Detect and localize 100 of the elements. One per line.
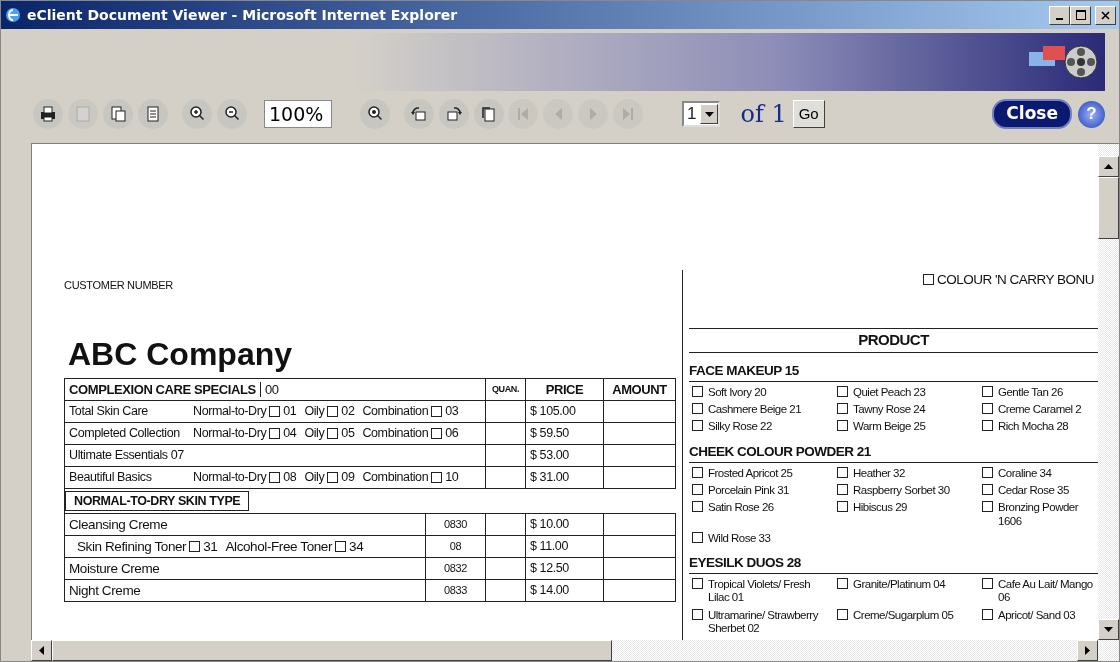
code-cell: 08 bbox=[425, 535, 486, 558]
checkbox[interactable] bbox=[327, 471, 339, 483]
checkbox[interactable] bbox=[692, 386, 703, 397]
option-label: Normal-to-Dry bbox=[193, 404, 267, 418]
table-cell bbox=[485, 579, 526, 602]
scroll-down-button[interactable] bbox=[1098, 619, 1119, 640]
maximize-button[interactable] bbox=[1070, 5, 1091, 25]
checkbox[interactable] bbox=[982, 501, 993, 513]
checkbox[interactable] bbox=[692, 501, 703, 513]
checkbox[interactable] bbox=[692, 466, 703, 478]
down-arrow-icon bbox=[1104, 627, 1113, 632]
checkbox[interactable] bbox=[982, 466, 993, 478]
checkbox[interactable] bbox=[837, 501, 848, 513]
checkbox[interactable] bbox=[692, 403, 703, 415]
caret-icon bbox=[704, 111, 714, 117]
option-label: Alcohol-Free Toner bbox=[225, 539, 333, 554]
option-label: Creme Caramel 2 bbox=[998, 403, 1083, 417]
customer-number-label: CUSTOMER NUMBER bbox=[64, 278, 174, 293]
minimize-icon bbox=[1056, 17, 1063, 20]
close-window-button[interactable] bbox=[1095, 5, 1116, 25]
option-label: Tropical Violets/ Fresh Lilac 01 bbox=[708, 578, 812, 605]
checkbox[interactable] bbox=[837, 403, 848, 415]
option-code: 06 bbox=[445, 426, 459, 440]
rotate-right-button[interactable] bbox=[439, 99, 469, 129]
page-rotate-button[interactable] bbox=[474, 99, 504, 129]
scroll-thumb[interactable] bbox=[52, 640, 612, 661]
checkbox[interactable] bbox=[692, 531, 703, 543]
checkbox[interactable] bbox=[982, 578, 993, 590]
checkbox[interactable] bbox=[269, 405, 281, 417]
checkbox[interactable] bbox=[837, 466, 848, 478]
option-label: Raspberry Sorbet 30 bbox=[853, 484, 951, 498]
checkbox[interactable] bbox=[982, 420, 993, 432]
option-code: 05 bbox=[341, 426, 355, 440]
notepad-button[interactable] bbox=[138, 99, 168, 129]
product-name: Beautiful Basics bbox=[69, 470, 153, 484]
option-code: 09 bbox=[341, 470, 355, 484]
option-label: Normal-to-Dry bbox=[193, 470, 267, 484]
checkbox[interactable] bbox=[269, 427, 281, 439]
checkbox[interactable] bbox=[431, 427, 443, 439]
checkbox[interactable] bbox=[692, 420, 703, 432]
zoom-in-button[interactable] bbox=[182, 99, 212, 129]
scroll-up-button[interactable] bbox=[1098, 156, 1119, 177]
blank-page-icon bbox=[73, 104, 93, 124]
option-label: Normal-to-Dry bbox=[193, 426, 267, 440]
checkbox[interactable] bbox=[982, 608, 993, 620]
option-label: Soft Ivory 20 bbox=[708, 386, 768, 400]
up-arrow-icon bbox=[1104, 164, 1113, 169]
checkbox[interactable] bbox=[431, 405, 443, 417]
scroll-thumb[interactable] bbox=[1098, 177, 1119, 239]
checkbox[interactable] bbox=[982, 386, 993, 397]
checkbox[interactable] bbox=[327, 405, 339, 417]
zoom-field[interactable]: 100% bbox=[264, 100, 332, 128]
table-cell: Cleansing Creme bbox=[64, 513, 426, 536]
price-cell: $ 14.00 bbox=[525, 579, 604, 602]
column-header: QUAN. bbox=[485, 378, 526, 400]
close-button[interactable]: Close bbox=[992, 99, 1072, 129]
option-label: Cedar Rose 35 bbox=[998, 484, 1070, 498]
checkbox[interactable] bbox=[922, 274, 934, 285]
scroll-right-button[interactable] bbox=[1077, 640, 1098, 661]
magnifier-button[interactable] bbox=[360, 99, 390, 129]
page-count: of 1 bbox=[740, 99, 787, 130]
printer-button[interactable] bbox=[33, 99, 63, 129]
option-label: Coraline 34 bbox=[998, 466, 1053, 481]
checkbox[interactable] bbox=[269, 471, 281, 483]
rotate-left-button[interactable] bbox=[404, 99, 434, 129]
minimize-button[interactable] bbox=[1049, 5, 1070, 25]
checkbox[interactable] bbox=[837, 578, 848, 590]
horizontal-scrollbar[interactable] bbox=[31, 640, 1119, 661]
checkbox[interactable] bbox=[327, 427, 339, 439]
price-cell: $ 12.50 bbox=[525, 557, 604, 580]
checkbox[interactable] bbox=[189, 541, 201, 552]
checkbox[interactable] bbox=[837, 386, 848, 397]
section-title: COMPLEXION CARE SPECIALS bbox=[69, 381, 261, 397]
checkbox[interactable] bbox=[982, 484, 993, 496]
code-cell: 0830 bbox=[425, 513, 486, 536]
option-label: Silky Rose 22 bbox=[708, 420, 773, 434]
option-label: Hibiscus 29 bbox=[853, 501, 908, 515]
vertical-scrollbar[interactable] bbox=[1098, 144, 1119, 640]
zoom-out-button[interactable] bbox=[217, 99, 247, 129]
price-cell: $ 11.00 bbox=[525, 535, 604, 558]
checkbox[interactable] bbox=[335, 541, 347, 552]
go-button[interactable]: Go bbox=[792, 99, 825, 129]
pages-button[interactable] bbox=[103, 99, 133, 129]
page-select[interactable]: 1 bbox=[682, 101, 721, 127]
checkbox[interactable] bbox=[982, 403, 993, 415]
checkbox[interactable] bbox=[692, 608, 703, 620]
checkbox[interactable] bbox=[837, 484, 848, 496]
scroll-left-button[interactable] bbox=[31, 640, 52, 661]
checkbox[interactable] bbox=[837, 608, 848, 620]
checkbox[interactable] bbox=[837, 420, 848, 432]
checkbox[interactable] bbox=[692, 578, 703, 590]
checkbox[interactable] bbox=[431, 471, 443, 483]
checkbox[interactable] bbox=[692, 484, 703, 496]
table-cell: Moisture Creme bbox=[64, 557, 426, 580]
option-code: 04 bbox=[283, 426, 297, 440]
option-code: 10 bbox=[445, 470, 459, 484]
printer-icon bbox=[38, 104, 58, 124]
column-header: AMOUNT bbox=[603, 378, 676, 400]
rotate-right-icon bbox=[444, 104, 464, 124]
option-label: Oily bbox=[304, 426, 325, 440]
